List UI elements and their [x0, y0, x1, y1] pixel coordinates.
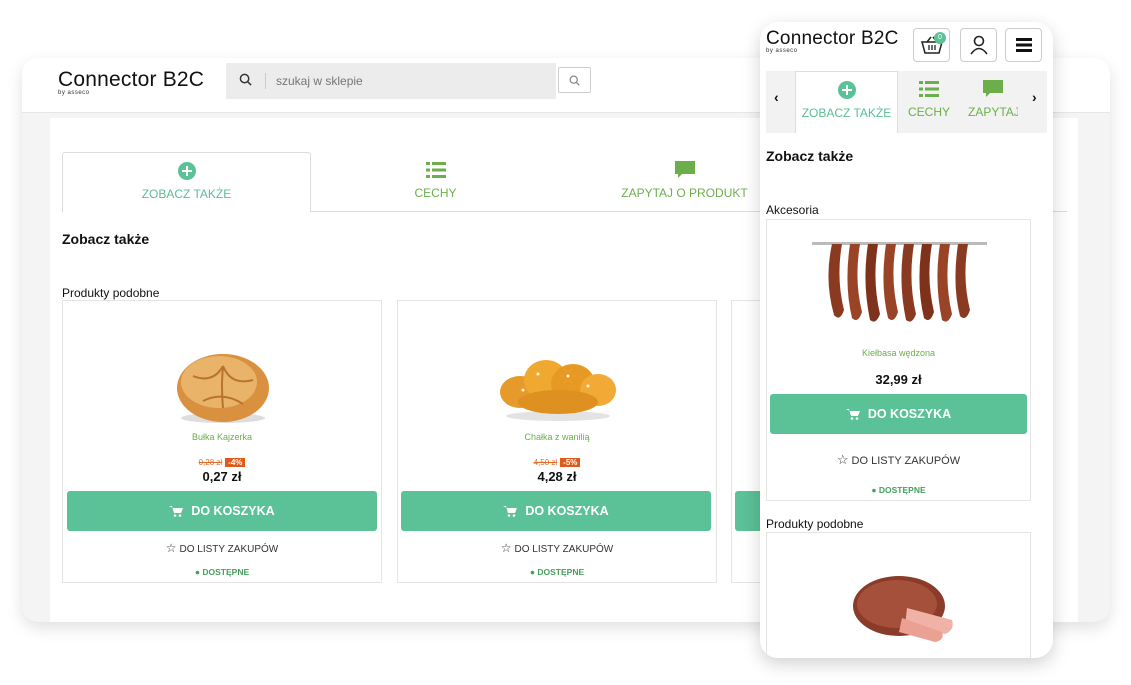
product-name[interactable]: Chałka z wanilią: [398, 432, 716, 442]
check-circle-icon: ●: [529, 567, 535, 577]
price: 4,28 zł: [537, 469, 577, 484]
logo[interactable]: Connector B2C by asseco: [766, 28, 899, 54]
logo-text: Connector B2C: [766, 28, 899, 49]
product-card: [766, 532, 1031, 658]
user-icon: [969, 35, 988, 55]
cart-icon: [169, 506, 184, 517]
tab-label: ZAPYTAJ: [968, 105, 1018, 119]
mobile-tab-bar: ‹ ZOBACZ TAKŻE CECHY ZAPYTAJ ›: [766, 71, 1047, 133]
tab-see-also[interactable]: ZOBACZ TAKŻE: [62, 152, 311, 213]
logo[interactable]: Connector B2C by asseco: [58, 68, 204, 96]
list-icon: [425, 162, 446, 178]
search-icon: [569, 75, 580, 86]
check-circle-icon: ●: [871, 485, 877, 495]
old-price-value: 4,50 zł: [533, 458, 558, 467]
star-icon: ☆: [165, 541, 177, 555]
add-to-cart-label: DO KOSZYKA: [867, 407, 952, 421]
section-title: Zobacz także: [62, 231, 150, 247]
logo-text: Connector B2C: [58, 68, 205, 91]
tab-label: ZOBACZ TAKŻE: [801, 106, 892, 120]
search-button[interactable]: [558, 67, 591, 93]
chat-icon: [674, 161, 695, 178]
availability-label: DOSTĘPNE: [878, 485, 926, 495]
tab-label: ZOBACZ TAKŻE: [141, 187, 232, 201]
availability-status: ● DOSTĘPNE: [767, 485, 1030, 495]
add-to-list-link[interactable]: ☆ DO LISTY ZAKUPÓW: [63, 541, 381, 555]
tab-label: CECHY: [414, 186, 457, 200]
add-to-list-link[interactable]: ☆ DO LISTY ZAKUPÓW: [767, 452, 1030, 468]
product-card: Bułka Kajzerka 0,28 zł -4% 0,27 zł DO KOS…: [62, 300, 382, 583]
tab-features[interactable]: CECHY: [900, 71, 958, 133]
tab-label: ZAPYTAJ O PRODUKT: [621, 186, 748, 200]
cart-count-badge: 0: [934, 32, 946, 44]
add-to-cart-label: DO KOSZYKA: [525, 504, 609, 518]
price: 0,27 zł: [202, 469, 242, 484]
tab-ask[interactable]: ZAPYTAJ: [968, 71, 1018, 133]
cart-button[interactable]: 0: [913, 28, 950, 62]
search-icon: [226, 73, 266, 89]
tab-see-also[interactable]: ZOBACZ TAKŻE: [795, 71, 898, 133]
product-image[interactable]: [847, 568, 957, 648]
add-to-cart-button[interactable]: DO KOSZYKA: [67, 491, 377, 531]
plus-circle-icon: [177, 162, 196, 180]
availability-label: DOSTĘPNE: [537, 567, 585, 577]
product-name[interactable]: Bułka Kajzerka: [63, 432, 381, 442]
search-bar: [226, 63, 556, 99]
add-to-cart-button[interactable]: DO KOSZYKA: [401, 491, 711, 531]
section-title: Zobacz także: [766, 148, 854, 164]
star-icon: ☆: [500, 541, 512, 555]
menu-button[interactable]: [1005, 28, 1042, 62]
availability-status: ● DOSTĘPNE: [398, 567, 716, 577]
list-icon: [919, 81, 939, 97]
tab-label: CECHY: [907, 105, 950, 119]
plus-circle-icon: [837, 81, 856, 99]
mobile-window: Connector B2C by asseco 0 ‹ ZOBACZ TAKŻE…: [760, 22, 1053, 658]
tab-features[interactable]: CECHY: [311, 152, 560, 212]
chevron-left-icon[interactable]: ‹: [774, 89, 779, 105]
add-to-list-label: DO LISTY ZAKUPÓW: [179, 544, 279, 555]
account-button[interactable]: [960, 28, 997, 62]
add-to-list-label: DO LISTY ZAKUPÓW: [514, 544, 614, 555]
price: 32,99 zł: [875, 372, 922, 387]
check-circle-icon: ●: [194, 567, 200, 577]
star-icon: ☆: [836, 452, 849, 467]
discount-badge: -5%: [560, 458, 581, 467]
add-to-cart-button[interactable]: DO KOSZYKA: [770, 394, 1027, 434]
chevron-right-icon[interactable]: ›: [1032, 89, 1037, 105]
add-to-cart-label: DO KOSZYKA: [191, 504, 275, 518]
product-card: Kiełbasa wędzona 32,99 zł DO KOSZYKA ☆ DO…: [766, 219, 1031, 501]
add-to-list-link[interactable]: ☆ DO LISTY ZAKUPÓW: [398, 541, 716, 555]
similar-products-heading: Produkty podobne: [62, 286, 160, 300]
product-card: Chałka z wanilią 4,50 zł -5% 4,28 zł DO K…: [397, 300, 717, 583]
cart-icon: [845, 409, 860, 420]
cart-icon: [503, 506, 518, 517]
old-price: 4,50 zł -5%: [398, 458, 716, 467]
discount-badge: -4%: [225, 458, 246, 467]
product-image[interactable]: [173, 346, 273, 426]
accessories-heading: Akcesoria: [766, 203, 819, 217]
old-price: 0,28 zł -4%: [63, 458, 381, 467]
chat-icon: [983, 80, 1003, 97]
old-price-value: 0,28 zł: [198, 458, 223, 467]
product-name[interactable]: Kiełbasa wędzona: [767, 348, 1030, 358]
product-image[interactable]: [812, 230, 987, 325]
availability-status: ● DOSTĘPNE: [63, 567, 381, 577]
product-image[interactable]: [498, 346, 618, 424]
add-to-list-label: DO LISTY ZAKUPÓW: [851, 455, 961, 467]
availability-label: DOSTĘPNE: [202, 567, 250, 577]
hamburger-menu-icon: [1015, 38, 1032, 52]
similar-products-heading: Produkty podobne: [766, 517, 864, 531]
search-input[interactable]: [276, 74, 536, 88]
